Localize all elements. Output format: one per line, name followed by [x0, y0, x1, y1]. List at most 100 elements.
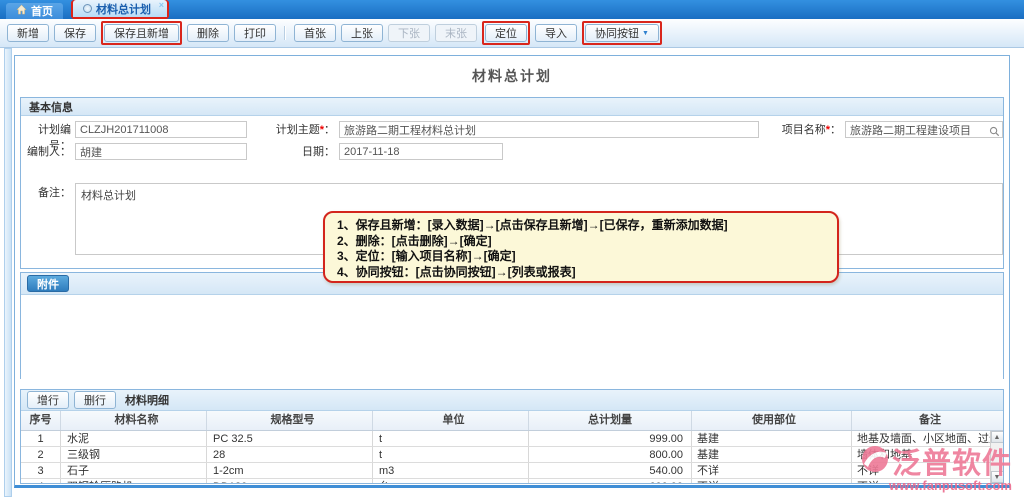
detail-toolbar: 增行 删行 材料明细: [21, 390, 1003, 411]
callout-line-3: 3、定位：[输入项目名称]→[确定]: [337, 249, 825, 265]
cell-name: 双钢轮压路机: [61, 479, 207, 483]
cell-unit: t: [373, 447, 529, 462]
delete-row-button[interactable]: 删行: [74, 391, 116, 409]
subject-input[interactable]: [339, 121, 759, 138]
collab-button-label: 协同按钮: [595, 25, 639, 41]
cell-seq: 1: [21, 431, 61, 446]
cell-qty: 999.00: [529, 431, 692, 446]
search-icon[interactable]: [989, 124, 1000, 142]
cell-spec: 1-2cm: [207, 463, 373, 478]
project-label: 项目名称*：: [765, 122, 841, 138]
section-attachment: 附件: [20, 272, 1004, 379]
col-header-remark: 备注: [852, 411, 1003, 430]
cell-spec: 28: [207, 447, 373, 462]
table-scrollbar[interactable]: ▲ ▼: [990, 431, 1003, 483]
table-row[interactable]: 4 双钢轮压路机 DD130 台 600.00 不详 不详: [21, 479, 1003, 483]
import-button[interactable]: 导入: [535, 24, 577, 42]
cell-unit: 台: [373, 479, 529, 483]
tab-home-label: 首页: [31, 3, 53, 19]
tab-material-plan[interactable]: 材料总计划 ×: [73, 0, 167, 17]
highlight-box-save-new: 保存且新增: [101, 21, 182, 45]
callout-line-1: 1、保存且新增：[录入数据]→[点击保存且新增]→[已保存，重新添加数据]: [337, 218, 825, 234]
col-header-spec: 规格型号: [207, 411, 373, 430]
author-input[interactable]: [75, 143, 247, 160]
save-and-new-button[interactable]: 保存且新增: [104, 24, 179, 42]
highlight-box-collab: 协同按钮 ▼: [582, 21, 662, 45]
plan-no-input[interactable]: [75, 121, 247, 138]
cell-seq: 2: [21, 447, 61, 462]
tab-active-label: 材料总计划: [96, 1, 151, 17]
cell-qty: 800.00: [529, 447, 692, 462]
date-label: 日期：: [261, 144, 335, 160]
tab-bar: 首页 材料总计划 ×: [0, 0, 1024, 19]
detail-title: 材料明细: [125, 392, 169, 408]
first-record-button[interactable]: 首张: [294, 24, 336, 42]
cell-usage: 不详: [692, 479, 852, 483]
cell-spec: DD130: [207, 479, 373, 483]
table-row[interactable]: 1 水泥 PC 32.5 t 999.00 基建 地基及墙面、小区地面、过道: [21, 431, 1003, 447]
table-row[interactable]: 2 三级钢 28 t 800.00 基建 墙体和地基: [21, 447, 1003, 463]
highlight-box-tab: 材料总计划 ×: [71, 0, 169, 19]
cell-name: 三级钢: [61, 447, 207, 462]
form-panel: 材料总计划 基本信息 计划编号： 计划主题*： 项目名称*： 编制人： 日期： …: [14, 55, 1010, 488]
cell-remark: 不详: [852, 463, 1003, 478]
author-label: 编制人：: [21, 144, 71, 160]
tab-home[interactable]: 首页: [6, 3, 63, 19]
document-icon: [83, 4, 92, 13]
next-record-button[interactable]: 下张: [388, 24, 430, 42]
col-header-seq: 序号: [21, 411, 61, 430]
plan-no-label: 计划编号：: [21, 122, 71, 138]
callout-line-4: 4、协同按钮：[点击协同按钮]→[列表或报表]: [337, 265, 825, 281]
scroll-down-icon[interactable]: ▼: [991, 471, 1004, 483]
left-collapse-strip[interactable]: [4, 48, 12, 497]
remark-label: 备注：: [21, 185, 71, 201]
table-row[interactable]: 3 石子 1-2cm m3 540.00 不详 不详: [21, 463, 1003, 479]
section-basic-info-header: 基本信息: [21, 98, 1003, 116]
cell-qty: 600.00: [529, 479, 692, 483]
callout-line-2: 2、删除：[点击删除]→[确定]: [337, 234, 825, 250]
instruction-callout: 1、保存且新增：[录入数据]→[点击保存且新增]→[已保存，重新添加数据] 2、…: [323, 211, 839, 283]
close-icon[interactable]: ×: [159, 0, 164, 10]
home-icon: [16, 4, 27, 18]
col-header-unit: 单位: [373, 411, 529, 430]
date-input[interactable]: [339, 143, 503, 160]
attachment-button[interactable]: 附件: [27, 275, 69, 292]
cell-usage: 基建: [692, 431, 852, 446]
new-button[interactable]: 新增: [7, 24, 49, 42]
grid-header-row: 序号 材料名称 规格型号 单位 总计划量 使用部位 备注: [21, 411, 1003, 431]
scroll-up-icon[interactable]: ▲: [991, 431, 1004, 443]
save-button[interactable]: 保存: [54, 24, 96, 42]
cell-unit: t: [373, 431, 529, 446]
cell-usage: 不详: [692, 463, 852, 478]
collab-button[interactable]: 协同按钮 ▼: [585, 24, 659, 42]
col-header-usage: 使用部位: [692, 411, 852, 430]
cell-qty: 540.00: [529, 463, 692, 478]
toolbar: 新增 保存 保存且新增 删除 打印 首张 上张 下张 末张 定位 导入 协同按钮…: [0, 19, 1024, 48]
print-button[interactable]: 打印: [234, 24, 276, 42]
cell-name: 水泥: [61, 431, 207, 446]
detail-grid: 序号 材料名称 规格型号 单位 总计划量 使用部位 备注 1 水泥 PC 32.…: [21, 411, 1003, 483]
section-material-detail: 增行 删行 材料明细 序号 材料名称 规格型号 单位 总计划量 使用部位 备注 …: [20, 389, 1004, 484]
project-input[interactable]: [845, 121, 1003, 138]
cell-seq: 4: [21, 479, 61, 483]
toolbar-separator: [284, 26, 286, 40]
subject-label: 计划主题*：: [261, 122, 335, 138]
cell-remark: 地基及墙面、小区地面、过道: [852, 431, 1003, 446]
delete-button[interactable]: 删除: [187, 24, 229, 42]
locate-button[interactable]: 定位: [485, 24, 527, 42]
cell-remark: 墙体和地基: [852, 447, 1003, 462]
prev-record-button[interactable]: 上张: [341, 24, 383, 42]
last-record-button[interactable]: 末张: [435, 24, 477, 42]
col-header-qty: 总计划量: [529, 411, 692, 430]
col-header-name: 材料名称: [61, 411, 207, 430]
highlight-box-locate: 定位: [482, 21, 530, 45]
cell-seq: 3: [21, 463, 61, 478]
page-title: 材料总计划: [15, 66, 1009, 86]
add-row-button[interactable]: 增行: [27, 391, 69, 409]
cell-usage: 基建: [692, 447, 852, 462]
cell-spec: PC 32.5: [207, 431, 373, 446]
project-input-wrap: [845, 121, 1003, 138]
cell-remark: 不详: [852, 479, 1003, 483]
attachment-empty-area: [21, 295, 1003, 379]
cell-name: 石子: [61, 463, 207, 478]
